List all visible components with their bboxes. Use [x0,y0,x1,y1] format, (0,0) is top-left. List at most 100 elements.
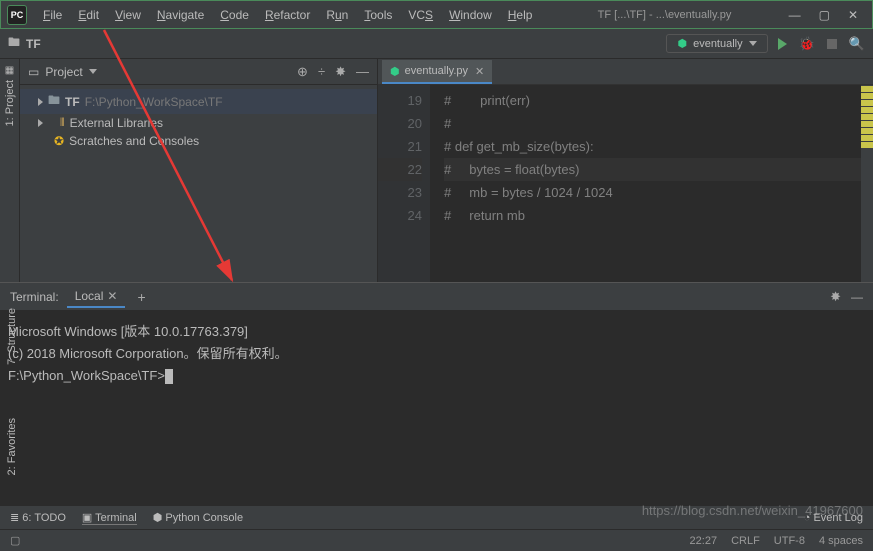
menu-window[interactable]: Window [441,4,500,26]
run-config-label: eventually [693,38,743,50]
stop-button[interactable] [827,39,837,49]
line-number: 22 [378,158,422,181]
line-number: 24 [378,204,422,227]
tab-label: eventually.py [405,65,468,77]
tree-root[interactable]: 🖿 TF F:\Python_WorkSpace\TF [20,89,377,114]
menu-navigate[interactable]: Navigate [149,4,212,26]
window-title: TF [...\TF] - ...\eventually.py [540,9,788,21]
tree-scratches[interactable]: ✪ Scratches and Consoles [20,132,377,150]
editor: ⬢ eventually.py ✕ 19 20 21 22 23 24 # pr… [378,59,873,282]
terminal-body[interactable]: Microsoft Windows [版本 10.0.17763.379] (c… [0,311,873,505]
line-number: 23 [378,181,422,204]
expand-icon[interactable] [38,98,43,106]
locate-icon[interactable]: ⊕ [297,64,308,80]
terminal-panel: Terminal: Local ✕ + ✸ — Microsoft Window… [0,282,873,505]
menu-tools[interactable]: Tools [356,4,400,26]
status-bar: ▢ 22:27 CRLF UTF-8 4 spaces [0,529,873,551]
todo-tool[interactable]: ≣ 6: TODO [10,511,66,524]
scratch-icon: ✪ [54,134,64,148]
terminal-line: Microsoft Windows [版本 10.0.17763.379] [8,321,865,343]
code-area[interactable]: 19 20 21 22 23 24 # print(err) # # def g… [378,85,873,282]
minimize-icon[interactable]: — [789,8,801,22]
app-icon: PC [7,5,27,25]
toolbar: 🖿 TF ⬢ eventually 🐞 🔍 [0,29,873,59]
python-icon: ⬢ [677,37,687,50]
terminal-tool[interactable]: ▣ Terminal [82,511,137,525]
breadcrumb[interactable]: TF [26,37,41,51]
root-path: F:\Python_WorkSpace\TF [85,95,223,109]
close-icon[interactable]: ✕ [848,8,858,22]
line-separator[interactable]: CRLF [731,535,760,547]
menu-help[interactable]: Help [500,4,541,26]
watermark: https://blog.csdn.net/weixin_41967600 [642,503,863,518]
folder-icon: 🖿 [8,33,20,54]
project-panel-title[interactable]: Project [45,65,82,79]
project-tree: 🖿 TF F:\Python_WorkSpace\TF ⫴ External L… [20,85,377,154]
new-terminal-button[interactable]: + [137,289,145,305]
folder-icon: 🖿 [48,91,60,112]
left-tool-rail-lower: 7: Structure 2: Favorites [3,282,21,502]
terminal-tab[interactable]: Local ✕ [67,286,126,308]
search-icon[interactable]: 🔍 [849,36,865,52]
rail-structure[interactable]: 7: Structure [6,308,18,365]
menu-run[interactable]: Run [318,4,356,26]
python-file-icon: ⬢ [390,65,400,78]
run-button[interactable] [778,38,787,50]
expand-icon[interactable] [38,119,43,127]
error-stripe[interactable] [861,85,873,282]
code-line: # return mb [444,204,861,227]
gutter: 19 20 21 22 23 24 [378,85,430,282]
encoding[interactable]: UTF-8 [774,535,805,547]
terminal-line: (c) 2018 Microsoft Corporation。保留所有权利。 [8,343,865,365]
code-line: # print(err) [444,89,861,112]
line-number: 20 [378,112,422,135]
scratches-label: Scratches and Consoles [69,134,199,148]
settings-icon[interactable]: ✸ [335,64,346,80]
project-view-icon: ▭ [28,65,39,79]
menu-vcs[interactable]: VCS [400,4,441,26]
hide-terminal-icon[interactable]: — [851,290,863,304]
terminal-header: Terminal: Local ✕ + ✸ — [0,283,873,311]
editor-tab[interactable]: ⬢ eventually.py ✕ [382,60,492,84]
library-icon: ⫴ [60,117,65,130]
run-config-selector[interactable]: ⬢ eventually [666,34,767,53]
left-tool-rail: ▦ 1: Project [0,59,20,282]
hide-icon[interactable]: — [356,64,369,80]
debug-button[interactable]: 🐞 [799,36,815,52]
editor-tab-bar: ⬢ eventually.py ✕ [378,59,873,85]
tab-close-icon[interactable]: ✕ [107,289,117,303]
maximize-icon[interactable]: ▢ [819,8,830,22]
indent[interactable]: 4 spaces [819,535,863,547]
rail-project[interactable]: 1: Project [4,80,16,126]
line-number: 19 [378,89,422,112]
line-number: 21 [378,135,422,158]
chevron-down-icon [749,41,757,46]
menu-view[interactable]: View [107,4,149,26]
project-view-dropdown[interactable] [89,69,97,74]
code-body[interactable]: # print(err) # # def get_mb_size(bytes):… [430,85,861,282]
window-controls: — ▢ ✕ [789,8,872,22]
tree-external-libs[interactable]: ⫴ External Libraries [20,114,377,132]
code-line: # bytes = float(bytes) [444,158,861,181]
main-menu: File Edit View Navigate Code Refactor Ru… [35,4,540,26]
terminal-settings-icon[interactable]: ✸ [830,289,841,305]
project-panel-header: ▭ Project ⊕ ÷ ✸ — [20,59,377,85]
rail-favorites[interactable]: 2: Favorites [6,418,18,475]
caret-position[interactable]: 22:27 [690,535,718,547]
menu-edit[interactable]: Edit [70,4,107,26]
collapse-icon[interactable]: ÷ [318,64,325,80]
ext-lib-label: External Libraries [70,116,163,130]
code-line: # mb = bytes / 1024 / 1024 [444,181,861,204]
terminal-tab-label: Local [75,289,104,303]
tab-close-icon[interactable]: ✕ [475,65,484,78]
root-name: TF [65,95,80,109]
project-rail-icon[interactable]: ▦ [5,65,14,76]
code-line: # [444,112,861,135]
menu-file[interactable]: File [35,4,70,26]
python-console-tool[interactable]: ⬢ Python Console [153,511,243,524]
menu-refactor[interactable]: Refactor [257,4,318,26]
code-line: # def get_mb_size(bytes): [444,135,861,158]
project-panel: ▭ Project ⊕ ÷ ✸ — 🖿 TF F:\Python_WorkSpa… [20,59,378,282]
cursor [165,369,173,384]
menu-code[interactable]: Code [212,4,257,26]
